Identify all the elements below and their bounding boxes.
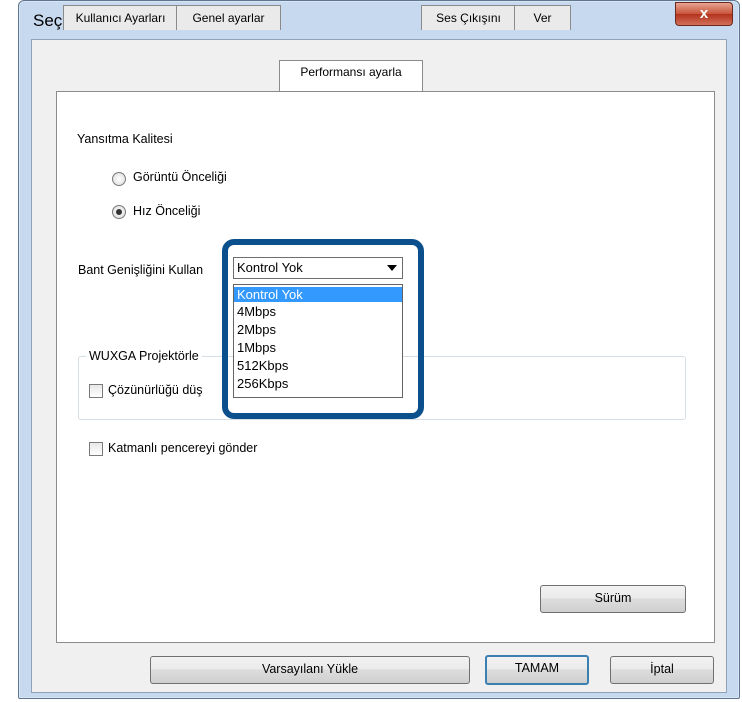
- bandwidth-option-512kbps[interactable]: 512Kbps: [234, 358, 402, 373]
- close-icon: x: [699, 5, 709, 22]
- bandwidth-option-none[interactable]: Kontrol Yok: [234, 287, 402, 302]
- bandwidth-select[interactable]: Kontrol Yok: [233, 257, 403, 279]
- reduce-resolution-label: Çözünürlüğü düş: [108, 383, 203, 397]
- ok-button-label: TAMAM: [514, 661, 560, 675]
- radio-speed-priority-label: Hız Önceliği: [133, 204, 201, 218]
- version-button-label: Sürüm: [594, 591, 632, 605]
- tab-ver[interactable]: Ver: [514, 5, 571, 30]
- wuxga-group-title: WUXGA Projektörle: [86, 349, 202, 363]
- bandwidth-select-value: Kontrol Yok: [237, 260, 303, 275]
- cancel-button[interactable]: İptal: [610, 656, 714, 684]
- bandwidth-option-2mbps[interactable]: 2Mbps: [234, 322, 402, 337]
- bandwidth-option-256kbps[interactable]: 256Kbps: [234, 376, 402, 391]
- reduce-resolution-checkbox[interactable]: [89, 384, 103, 398]
- bandwidth-option-4mbps[interactable]: 4Mbps: [234, 304, 402, 319]
- tab-label: Ver: [533, 11, 552, 25]
- bandwidth-option-1mbps[interactable]: 1Mbps: [234, 340, 402, 355]
- quality-heading: Yansıtma Kalitesi: [77, 132, 173, 146]
- radio-speed-priority[interactable]: [112, 205, 126, 219]
- tab-label: Performansı ayarla: [300, 65, 402, 79]
- tab-label: Kullanıcı Ayarları: [75, 11, 166, 25]
- load-defaults-label: Varsayılanı Yükle: [261, 662, 359, 676]
- tab-performance-settings[interactable]: Performansı ayarla: [279, 60, 423, 91]
- cancel-button-label: İptal: [650, 662, 674, 676]
- load-defaults-button[interactable]: Varsayılanı Yükle: [150, 656, 470, 684]
- tab-label: Genel ayarlar: [192, 11, 265, 25]
- version-button[interactable]: Sürüm: [540, 585, 686, 613]
- tab-audio-output[interactable]: Ses Çıkışını: [421, 5, 516, 30]
- layered-window-label: Katmanlı pencereyi gönder: [108, 441, 258, 455]
- radio-image-priority-label: Görüntü Önceliği: [133, 170, 227, 184]
- close-button[interactable]: x: [675, 2, 733, 26]
- ok-button[interactable]: TAMAM: [485, 655, 589, 685]
- dropdown-arrow-icon: [387, 265, 397, 271]
- layered-window-checkbox[interactable]: [89, 442, 103, 456]
- tab-user-settings[interactable]: Kullanıcı Ayarları: [63, 5, 178, 30]
- radio-image-priority[interactable]: [112, 172, 126, 186]
- tab-label: Ses Çıkışını: [436, 11, 501, 25]
- bandwidth-dropdown-list: Kontrol Yok 4Mbps 2Mbps 1Mbps 512Kbps 25…: [233, 284, 403, 398]
- tab-general-settings[interactable]: Genel ayarlar: [176, 5, 281, 30]
- bandwidth-label: Bant Genişliğini Kullan: [78, 263, 204, 277]
